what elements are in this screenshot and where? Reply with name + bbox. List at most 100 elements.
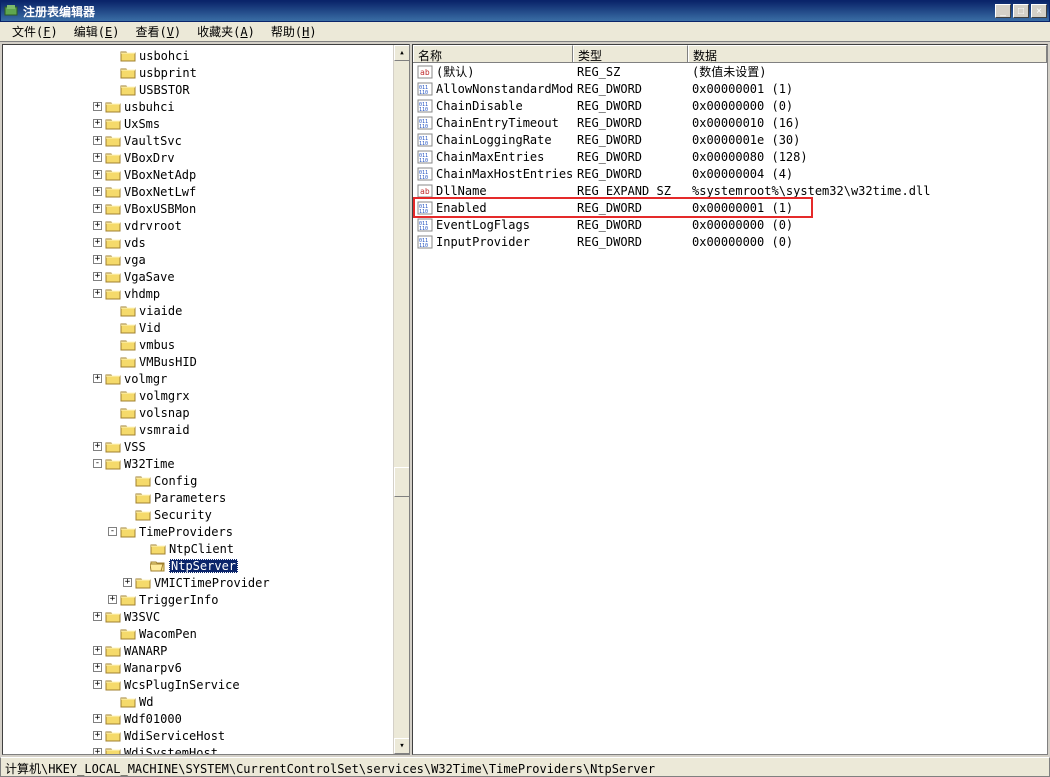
- tree-node-label[interactable]: WcsPlugInService: [124, 678, 240, 692]
- tree-node-label[interactable]: VaultSvc: [124, 134, 182, 148]
- tree-node[interactable]: Config: [3, 472, 409, 489]
- tree-node[interactable]: + Wanarpv6: [3, 659, 409, 676]
- tree-node-label[interactable]: Wd: [139, 695, 153, 709]
- value-name-cell[interactable]: 011110EventLogFlags: [413, 218, 573, 232]
- value-name-cell[interactable]: 011110ChainLoggingRate: [413, 133, 573, 147]
- tree-node[interactable]: viaide: [3, 302, 409, 319]
- expando-icon[interactable]: +: [93, 255, 102, 264]
- tree-pane[interactable]: usbohciusbprintUSBSTOR + usbuhci + UxSms + Vau…: [2, 44, 410, 755]
- expando-icon[interactable]: +: [93, 187, 102, 196]
- value-name-cell[interactable]: abDllName: [413, 184, 573, 198]
- close-button[interactable]: ×: [1031, 4, 1047, 18]
- tree-node[interactable]: +WdiServiceHost: [3, 727, 409, 744]
- tree-node-label[interactable]: VMICTimeProvider: [154, 576, 270, 590]
- list-row[interactable]: 011110ChainLoggingRateREG_DWORD0x0000001…: [413, 131, 1047, 148]
- value-name-cell[interactable]: ab(默认): [413, 63, 573, 80]
- expando-icon[interactable]: +: [93, 680, 102, 689]
- col-header-name[interactable]: 名称: [413, 45, 573, 62]
- value-name-cell[interactable]: 011110ChainMaxHostEntries: [413, 167, 573, 181]
- col-header-type[interactable]: 类型: [573, 45, 688, 62]
- tree-node-label[interactable]: vhdmp: [124, 287, 160, 301]
- tree-node-label[interactable]: WdiServiceHost: [124, 729, 225, 743]
- list-row[interactable]: 011110InputProviderREG_DWORD0x00000000 (…: [413, 233, 1047, 250]
- expando-icon[interactable]: +: [93, 221, 102, 230]
- tree-node[interactable]: + WcsPlugInService: [3, 676, 409, 693]
- registry-tree[interactable]: usbohciusbprintUSBSTOR + usbuhci + UxSms + Vau…: [3, 45, 409, 755]
- expando-icon[interactable]: +: [93, 204, 102, 213]
- tree-node[interactable]: +VBoxNetAdp: [3, 166, 409, 183]
- expando-icon[interactable]: +: [123, 578, 132, 587]
- value-name-cell[interactable]: 011110ChainDisable: [413, 99, 573, 113]
- tree-node[interactable]: +TriggerInfo: [3, 591, 409, 608]
- tree-node[interactable]: + vga: [3, 251, 409, 268]
- expando-icon[interactable]: +: [93, 612, 102, 621]
- tree-node-label[interactable]: VMBusHID: [139, 355, 197, 369]
- expando-icon[interactable]: +: [93, 119, 102, 128]
- scroll-thumb[interactable]: [394, 467, 410, 497]
- tree-node-label[interactable]: usbuhci: [124, 100, 175, 114]
- minimize-button[interactable]: _: [995, 4, 1011, 18]
- tree-node-label[interactable]: Parameters: [154, 491, 226, 505]
- tree-node-label[interactable]: usbohci: [139, 49, 190, 63]
- list-row[interactable]: 011110ChainDisableREG_DWORD0x00000000 (0…: [413, 97, 1047, 114]
- value-name-cell[interactable]: 011110ChainEntryTimeout: [413, 116, 573, 130]
- tree-node[interactable]: Vid: [3, 319, 409, 336]
- tree-node[interactable]: +VSS: [3, 438, 409, 455]
- tree-node-label[interactable]: Vid: [139, 321, 161, 335]
- tree-node[interactable]: + VBoxNetLwf: [3, 183, 409, 200]
- values-list[interactable]: ab(默认)REG_SZ(数值未设置)011110AllowNonstandar…: [413, 63, 1047, 250]
- tree-node[interactable]: usbohci: [3, 47, 409, 64]
- expando-icon[interactable]: -: [108, 527, 117, 536]
- list-row[interactable]: 011110ChainMaxEntriesREG_DWORD0x00000080…: [413, 148, 1047, 165]
- expando-icon[interactable]: +: [93, 153, 102, 162]
- expando-icon[interactable]: +: [93, 663, 102, 672]
- tree-node[interactable]: +WdiSystemHost: [3, 744, 409, 755]
- tree-node-label[interactable]: vds: [124, 236, 146, 250]
- tree-node[interactable]: Parameters: [3, 489, 409, 506]
- tree-node[interactable]: WacomPen: [3, 625, 409, 642]
- expando-icon[interactable]: +: [93, 238, 102, 247]
- tree-node-label[interactable]: UxSms: [124, 117, 160, 131]
- tree-node[interactable]: - TimeProviders: [3, 523, 409, 540]
- tree-node[interactable]: volsnap: [3, 404, 409, 421]
- tree-node-label[interactable]: vsmraid: [139, 423, 190, 437]
- list-row[interactable]: abDllNameREG_EXPAND_SZ%systemroot%\syste…: [413, 182, 1047, 199]
- col-header-data[interactable]: 数据: [688, 45, 1047, 62]
- tree-node-label[interactable]: Config: [154, 474, 197, 488]
- list-row[interactable]: 011110EnabledREG_DWORD0x00000001 (1): [413, 199, 1047, 216]
- tree-node[interactable]: usbprint: [3, 64, 409, 81]
- list-row[interactable]: 011110ChainMaxHostEntriesREG_DWORD0x0000…: [413, 165, 1047, 182]
- value-name-cell[interactable]: 011110ChainMaxEntries: [413, 150, 573, 164]
- tree-node-label[interactable]: vga: [124, 253, 146, 267]
- tree-node[interactable]: Wd: [3, 693, 409, 710]
- tree-node-label[interactable]: WdiSystemHost: [124, 746, 218, 756]
- vertical-scrollbar[interactable]: ▴ ▾: [393, 45, 409, 754]
- tree-node-label[interactable]: viaide: [139, 304, 182, 318]
- tree-node[interactable]: + VMICTimeProvider: [3, 574, 409, 591]
- tree-node[interactable]: USBSTOR: [3, 81, 409, 98]
- tree-node[interactable]: + UxSms: [3, 115, 409, 132]
- tree-node-label[interactable]: Wanarpv6: [124, 661, 182, 675]
- expando-icon[interactable]: +: [93, 442, 102, 451]
- tree-node[interactable]: NtpServer: [3, 557, 409, 574]
- tree-node[interactable]: + W3SVC: [3, 608, 409, 625]
- tree-node[interactable]: + vds: [3, 234, 409, 251]
- tree-node-label[interactable]: TimeProviders: [139, 525, 233, 539]
- maximize-button[interactable]: □: [1013, 4, 1029, 18]
- menu-favorites[interactable]: 收藏夹(A): [189, 21, 263, 42]
- expando-icon[interactable]: +: [93, 102, 102, 111]
- values-pane[interactable]: 名称 类型 数据 ab(默认)REG_SZ(数值未设置)011110AllowN…: [412, 44, 1048, 755]
- tree-node-label[interactable]: NtpServer: [169, 559, 238, 573]
- tree-node[interactable]: +VBoxUSBMon: [3, 200, 409, 217]
- expando-icon[interactable]: +: [93, 272, 102, 281]
- tree-node-label[interactable]: vdrvroot: [124, 219, 182, 233]
- scroll-up-button[interactable]: ▴: [394, 45, 410, 61]
- tree-node-label[interactable]: W3SVC: [124, 610, 160, 624]
- expando-icon[interactable]: +: [93, 374, 102, 383]
- tree-node-label[interactable]: WANARP: [124, 644, 167, 658]
- list-row[interactable]: 011110EventLogFlagsREG_DWORD0x00000000 (…: [413, 216, 1047, 233]
- tree-node-label[interactable]: VBoxNetLwf: [124, 185, 196, 199]
- tree-node[interactable]: + vdrvroot: [3, 217, 409, 234]
- tree-node[interactable]: VMBusHID: [3, 353, 409, 370]
- tree-node[interactable]: NtpClient: [3, 540, 409, 557]
